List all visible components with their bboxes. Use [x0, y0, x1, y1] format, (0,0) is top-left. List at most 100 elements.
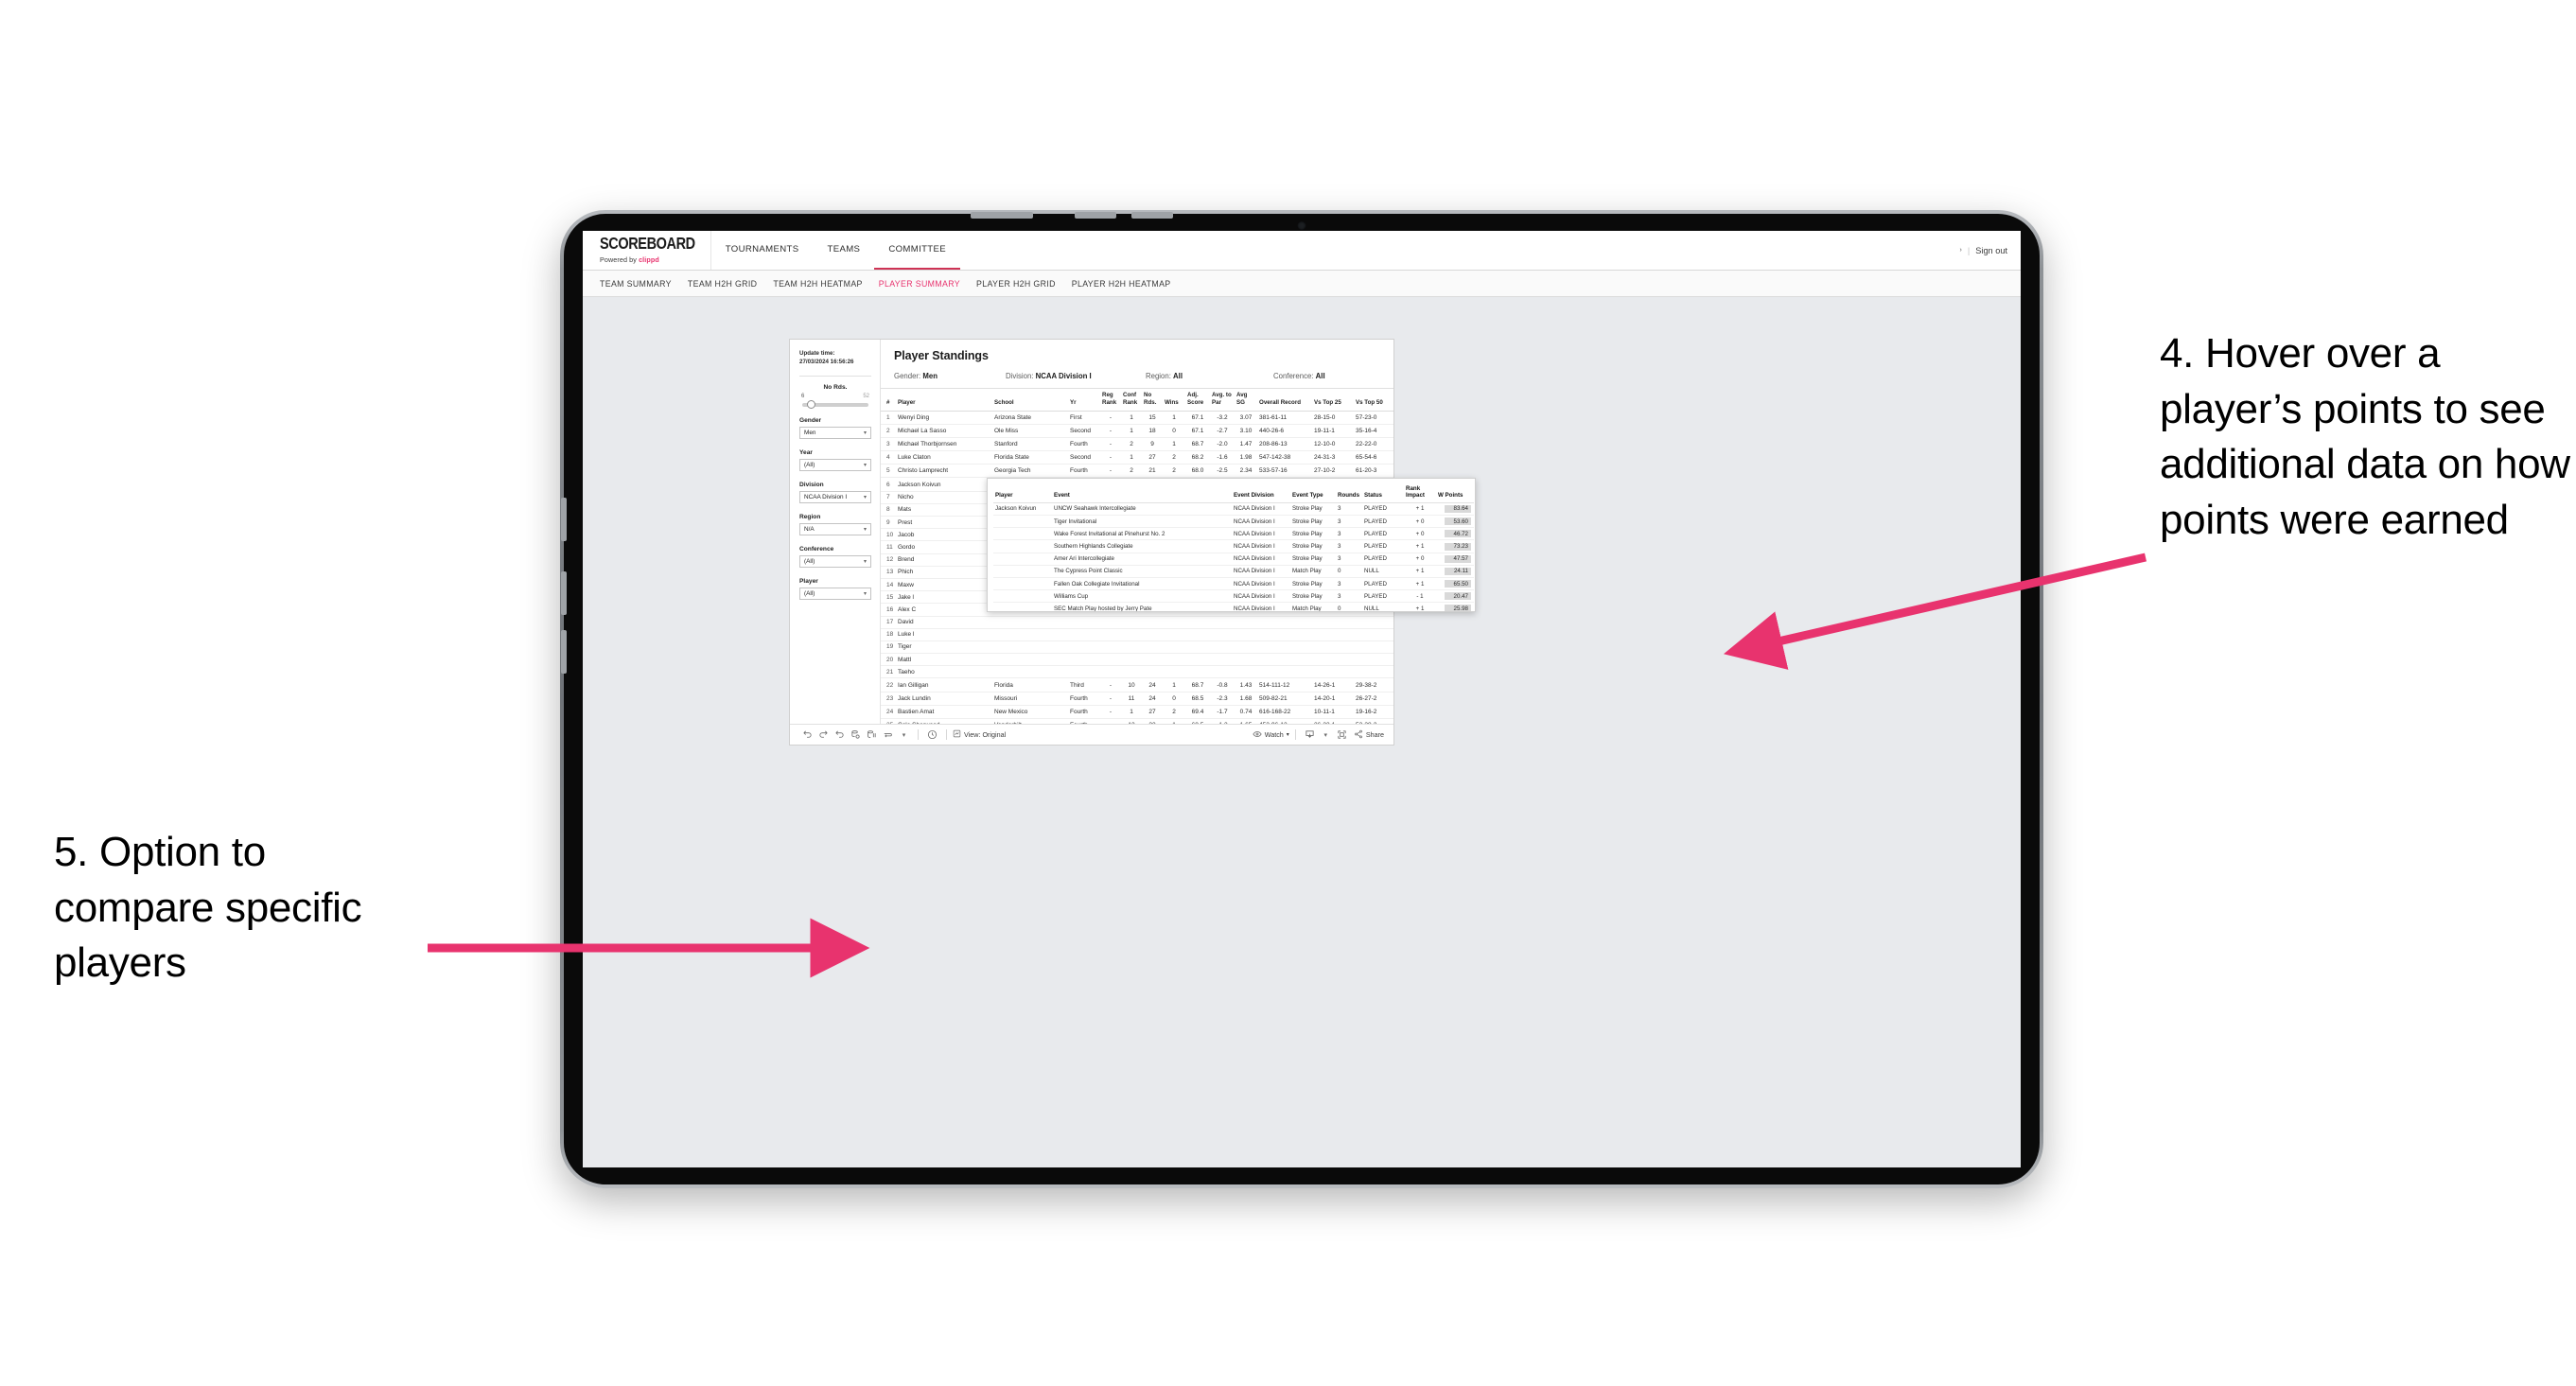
refresh-data-icon[interactable] — [848, 728, 864, 742]
tooltip-cell: Fallen Oak Collegiate Invitational — [1052, 577, 1232, 591]
col-school[interactable]: School — [992, 389, 1068, 412]
rank-cell: 13 — [881, 566, 896, 579]
table-cell: Fourth — [1068, 464, 1100, 479]
table-cell: 27 — [1142, 705, 1163, 720]
filter-year-value: (All) — [804, 461, 815, 468]
subnav-player-h2h-heatmap[interactable]: PLAYER H2H HEATMAP — [1072, 279, 1187, 289]
subnav-team-h2h-heatmap[interactable]: TEAM H2H HEATMAP — [773, 279, 878, 289]
watch-button[interactable]: Watch ▾ — [1253, 729, 1289, 741]
power-button[interactable] — [561, 498, 567, 541]
table-row[interactable]: 21 Taeho — [881, 665, 1393, 679]
table-cell — [1068, 653, 1100, 667]
no-rounds-slider[interactable] — [802, 399, 868, 409]
filter-region-select[interactable]: N/A ▾ — [799, 522, 871, 535]
tooltip-cell: Amer Ari Intercollegiate — [1052, 553, 1232, 566]
table-cell: 1 — [1121, 424, 1142, 438]
nav-item-teams[interactable]: TEAMS — [814, 231, 875, 270]
col-avg-sg[interactable]: Avg SG — [1235, 389, 1257, 412]
side-button-a[interactable] — [561, 571, 567, 615]
table-row[interactable]: 1 Wenyi Ding Arizona State First -1 15 1 67.1 -3… — [881, 411, 1393, 425]
subnav-team-summary[interactable]: TEAM SUMMARY — [600, 279, 688, 289]
table-cell: 27-10-2 — [1312, 464, 1354, 479]
filter-gender-select[interactable]: Men ▾ — [799, 426, 871, 439]
tooltip-w-points-cell: 20.47 — [1436, 589, 1474, 604]
table-row[interactable]: 19 Tiger — [881, 640, 1393, 655]
tooltip-w-points-cell: 53.60 — [1436, 515, 1474, 529]
tooltip-cell: 0 — [1336, 565, 1362, 579]
caret-down-icon[interactable]: ▾ — [1318, 728, 1334, 742]
volume-up-button[interactable] — [1075, 212, 1116, 219]
col-reg-rank[interactable]: Reg Rank — [1100, 389, 1121, 412]
clock-icon[interactable] — [924, 728, 940, 742]
table-cell — [1142, 616, 1163, 629]
undo-icon[interactable] — [799, 728, 815, 742]
toolbar-divider — [918, 729, 919, 740]
subnav-team-h2h-grid[interactable]: TEAM H2H GRID — [688, 279, 773, 289]
filter-player-select[interactable]: (All) ▾ — [799, 587, 871, 600]
col-vs-top-50[interactable]: Vs Top 50 — [1354, 389, 1393, 412]
sign-out-link[interactable]: Sign out — [1975, 246, 2007, 255]
col-overall-record[interactable]: Overall Record — [1257, 389, 1312, 412]
table-row[interactable]: 18 Luke l — [881, 628, 1393, 641]
tooltip-cell: Stroke Play — [1290, 589, 1336, 604]
table-cell: 0 — [1163, 692, 1185, 706]
table-cell: Second — [1068, 424, 1100, 438]
revert-icon[interactable] — [832, 728, 848, 742]
filter-conference-select[interactable]: (All) ▾ — [799, 554, 871, 568]
caret-down-icon[interactable]: ▾ — [896, 728, 912, 742]
tooltip-player-cell — [993, 577, 1052, 591]
redo-icon[interactable] — [815, 728, 832, 742]
fullscreen-icon[interactable] — [1334, 728, 1350, 742]
table-row[interactable]: 22 Ian Gilligan Florida Third -10 24 1 68.7 -0.8… — [881, 677, 1393, 693]
filter-division: Division NCAA Division I ▾ — [799, 482, 871, 503]
filter-division-select[interactable]: NCAA Division I ▾ — [799, 490, 871, 503]
nav-item-committee[interactable]: COMMITTEE — [874, 231, 961, 270]
table-row[interactable]: 25Cole SherwoodVanderbiltFourth-1223168.… — [881, 718, 1393, 724]
annotation-note-4: 4. Hover over a player’s points to see a… — [2160, 330, 2570, 543]
table-cell: 3.10 — [1235, 424, 1257, 438]
col-no-rds[interactable]: No Rds. — [1142, 389, 1163, 412]
table-row[interactable]: 3 Michael Thorbjornsen Stanford Fourth -2 9 1 6… — [881, 437, 1393, 452]
tooltip-tbody: Jackson Koivun UNCW Seahawk Intercollegia… — [993, 502, 1474, 611]
chevron-right-icon[interactable]: › — [1960, 247, 1962, 254]
col-adj-score[interactable]: Adj. Score — [1185, 389, 1210, 412]
side-button-b[interactable] — [561, 630, 567, 674]
no-rounds-range: 6 52 — [799, 394, 871, 399]
download-icon[interactable] — [1302, 728, 1318, 742]
player-cell: Taeho — [896, 665, 992, 679]
table-row[interactable]: 20 Mattl — [881, 653, 1393, 667]
table-cell — [1235, 665, 1257, 679]
share-button[interactable]: Share — [1354, 729, 1384, 741]
volume-button[interactable] — [971, 212, 1033, 219]
tooltip-cell: Stroke Play — [1290, 502, 1336, 517]
col-avg-to-par[interactable]: Avg. to Par — [1210, 389, 1235, 412]
volume-down-button[interactable] — [1131, 212, 1173, 219]
watch-label: Watch — [1264, 730, 1284, 739]
col-yr[interactable]: Yr — [1068, 389, 1100, 412]
table-row[interactable]: 17 David — [881, 616, 1393, 629]
table-row[interactable]: 24 Bastien Amat New Mexico Fourth -1 27 2 69.4-… — [881, 705, 1393, 720]
slider-handle[interactable] — [806, 399, 815, 409]
rank-cell: 4 — [881, 450, 896, 465]
view-original-button[interactable]: View: Original — [953, 729, 1006, 740]
col-vs-top-25[interactable]: Vs Top 25 — [1312, 389, 1354, 412]
rank-cell: 10 — [881, 528, 896, 542]
col-conf-rank[interactable]: Conf Rank — [1121, 389, 1142, 412]
col-wins[interactable]: Wins — [1163, 389, 1185, 412]
col-rank[interactable]: # — [881, 389, 896, 412]
table-row[interactable]: 2 Michael La Sasso Ole Miss Second -1 18 0 67.1… — [881, 424, 1393, 438]
table-row[interactable]: 5 Christo Lamprecht Georgia Tech Fourth -2 21… — [881, 464, 1393, 479]
tooltip-cell: Match Play — [1290, 602, 1336, 611]
table-row[interactable]: 4 Luke Claton Florida State Second -1 27 2 68.2… — [881, 450, 1393, 465]
subnav-player-h2h-grid[interactable]: PLAYER H2H GRID — [976, 279, 1072, 289]
tooltip-player-cell — [993, 539, 1052, 553]
filter-year-select[interactable]: (All) ▾ — [799, 458, 871, 471]
tooltip-row: The Cypress Point Classic NCAA Division I… — [993, 565, 1474, 579]
col-player[interactable]: Player — [896, 389, 992, 412]
subnav-player-summary[interactable]: PLAYER SUMMARY — [879, 279, 976, 289]
pause-icon[interactable] — [864, 728, 880, 742]
swap-icon[interactable] — [880, 728, 896, 742]
table-row[interactable]: 23 Jack Lundin Missouri Fourth -11 24 0 68.5 -2.… — [881, 692, 1393, 706]
nav-item-tournaments[interactable]: TOURNAMENTS — [711, 231, 814, 270]
brand-logo[interactable]: SCOREBOARD Powered by clippd — [583, 231, 711, 270]
